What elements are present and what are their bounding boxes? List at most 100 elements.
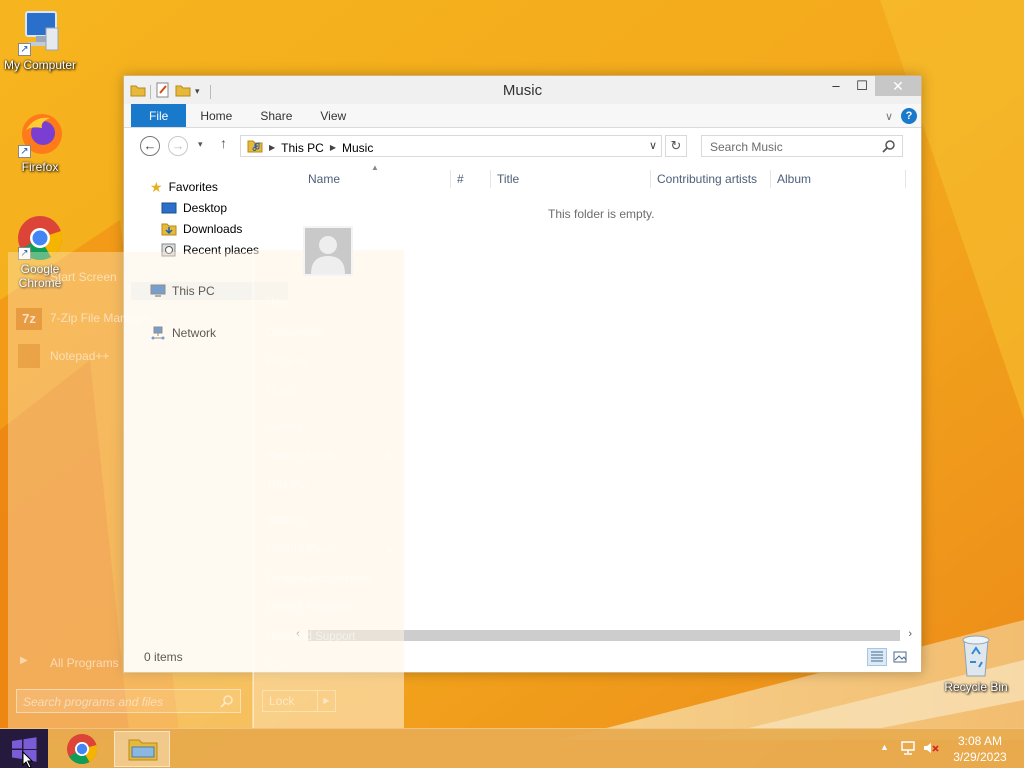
desktop-icon-recycle-bin[interactable]: Recycle Bin xyxy=(936,630,1016,694)
clock[interactable]: 3:08 AM 3/29/2023 xyxy=(950,733,1010,765)
column-separator xyxy=(490,170,491,188)
tab-file[interactable]: File xyxy=(131,104,187,127)
column-separator xyxy=(650,170,651,188)
nav-favorites-label: Favorites xyxy=(168,180,218,194)
breadcrumb-this-pc[interactable]: This PC xyxy=(281,141,324,155)
large-icons-view-button[interactable] xyxy=(890,648,910,666)
mouse-cursor-icon xyxy=(22,750,34,768)
volume-muted-icon[interactable] xyxy=(922,740,940,759)
navigation-row: ← → ▾ ↑ ▶ This PC ▶ Music ∨ ↻ Search Mus… xyxy=(124,128,921,162)
desktop-icon-my-computer[interactable]: ↗ My Computer xyxy=(0,8,80,72)
start-menu-item-start-screen[interactable]: Start Screen xyxy=(50,270,117,284)
show-hidden-icons-icon[interactable]: ▲ xyxy=(880,742,889,752)
search-icon[interactable] xyxy=(882,139,896,156)
chevron-right-icon[interactable]: ▶ xyxy=(317,691,335,711)
separator xyxy=(264,502,394,503)
start-menu-item-7zip[interactable]: 7-Zip File Manager xyxy=(50,311,151,325)
shortcut-arrow-icon: ↗ xyxy=(18,43,31,56)
window-title: Music xyxy=(502,82,543,99)
start-menu-right-pane: User Documents Pictures Music Games Rece… xyxy=(253,250,404,728)
clock-date: 3/29/2023 xyxy=(953,750,1007,764)
column-separator xyxy=(905,170,906,188)
help-icon[interactable]: ? xyxy=(901,108,917,124)
start-menu-link-settings[interactable]: Settings xyxy=(266,515,308,527)
title-bar[interactable]: ▾ Music – ☐ ✕ xyxy=(124,76,921,104)
desktop-icon-label: Firefox xyxy=(21,160,59,174)
start-search-input[interactable]: Search programs and files xyxy=(16,689,241,713)
start-menu-link-help-support[interactable]: Help and Support xyxy=(266,631,356,643)
start-menu-left-pane: Start Screen 7z 7-Zip File Manager Notep… xyxy=(8,252,253,728)
column-headers: ▲ Name # Title Contributing artists Albu… xyxy=(300,163,906,192)
column-separator xyxy=(770,170,771,188)
start-menu-link-this-pc[interactable]: This PC xyxy=(266,479,307,491)
start-search-placeholder: Search programs and files xyxy=(23,695,164,709)
desktop-icon-firefox[interactable]: ↗ Firefox xyxy=(0,110,80,174)
start-menu-link-music[interactable]: Music xyxy=(266,385,296,397)
minimize-button[interactable]: – xyxy=(823,76,849,96)
computer-icon: ↗ xyxy=(16,8,64,56)
recycle-bin-icon xyxy=(952,630,1000,678)
lock-button[interactable]: Lock ▶ xyxy=(262,690,336,712)
start-menu-link-documents[interactable]: Documents xyxy=(266,327,324,339)
nav-desktop[interactable]: Desktop xyxy=(161,199,227,217)
close-button[interactable]: ✕ xyxy=(875,76,921,96)
system-tray: ▲ 3:08 AM 3/29/2023 xyxy=(864,729,1024,768)
column-separator xyxy=(450,170,451,188)
maximize-button[interactable]: ☐ xyxy=(849,76,875,96)
up-button[interactable]: ↑ xyxy=(220,135,227,151)
nav-downloads[interactable]: Downloads xyxy=(161,220,242,238)
sort-ascending-icon: ▲ xyxy=(371,163,379,172)
tab-home[interactable]: Home xyxy=(186,104,246,127)
desktop-icon-label: My Computer xyxy=(3,58,77,72)
address-dropdown-icon[interactable]: ∨ xyxy=(649,139,657,152)
chevron-right-icon: ▶ xyxy=(387,545,394,554)
back-button[interactable]: ← xyxy=(140,136,160,156)
music-folder-icon xyxy=(247,139,263,156)
tab-view[interactable]: View xyxy=(306,104,360,127)
lock-button-label: Lock xyxy=(269,694,295,708)
start-menu-link-default-programs[interactable]: Default Programs xyxy=(266,602,355,614)
refresh-button[interactable]: ↻ xyxy=(665,135,687,157)
column-title[interactable]: Title xyxy=(497,172,519,186)
network-status-icon[interactable] xyxy=(900,740,916,759)
start-menu-link-recent-items[interactable]: Recent Items xyxy=(266,450,334,462)
user-avatar[interactable] xyxy=(303,226,353,276)
address-bar[interactable]: ▶ This PC ▶ Music ∨ xyxy=(240,135,662,157)
start-menu-item-notepad-plus-plus[interactable]: Notepad++ xyxy=(50,349,109,363)
nav-desktop-label: Desktop xyxy=(183,201,228,215)
shortcut-arrow-icon: ↗ xyxy=(18,145,31,158)
taskbar: ▲ 3:08 AM 3/29/2023 xyxy=(0,728,1024,768)
forward-button[interactable]: → xyxy=(168,136,188,156)
column-name[interactable]: Name xyxy=(308,172,340,186)
7zip-icon: 7z xyxy=(16,308,42,330)
column-album[interactable]: Album xyxy=(777,172,811,186)
start-menu-link-devices-printers[interactable]: Devices and Printers xyxy=(266,573,372,585)
all-programs-button[interactable]: All Programs xyxy=(50,656,119,670)
nav-favorites[interactable]: ★ Favorites xyxy=(150,178,218,196)
taskbar-chrome-button[interactable] xyxy=(54,731,110,767)
scroll-right-icon[interactable]: › xyxy=(908,628,912,640)
chevron-right-icon[interactable]: ▶ xyxy=(330,143,336,152)
expand-ribbon-icon[interactable]: ∨ xyxy=(885,110,893,123)
chrome-icon xyxy=(67,734,98,765)
search-icon[interactable] xyxy=(220,694,234,711)
start-menu-link-control-panel[interactable]: Control Panel xyxy=(266,544,336,556)
start-menu-link-pictures[interactable]: Pictures xyxy=(266,356,308,368)
start-menu-link-user[interactable]: User xyxy=(266,297,290,309)
start-menu-link-run[interactable]: Run... xyxy=(266,660,297,672)
column-number[interactable]: # xyxy=(457,172,464,186)
breadcrumb-music[interactable]: Music xyxy=(342,141,373,155)
taskbar-file-explorer-button[interactable] xyxy=(114,731,170,767)
desktop-icon-label: Recycle Bin xyxy=(944,680,1008,694)
clock-time: 3:08 AM xyxy=(957,734,1003,748)
column-contributing-artists[interactable]: Contributing artists xyxy=(657,172,757,186)
tab-share[interactable]: Share xyxy=(246,104,306,127)
desktop-icon xyxy=(161,201,177,215)
star-icon: ★ xyxy=(150,178,163,195)
details-view-button[interactable] xyxy=(867,648,887,666)
recent-locations-icon[interactable]: ▾ xyxy=(198,139,203,150)
firefox-icon: ↗ xyxy=(16,110,64,158)
search-box[interactable]: Search Music xyxy=(701,135,903,157)
chevron-right-icon[interactable]: ▶ xyxy=(269,143,275,152)
start-menu-link-games[interactable]: Games xyxy=(266,421,303,433)
